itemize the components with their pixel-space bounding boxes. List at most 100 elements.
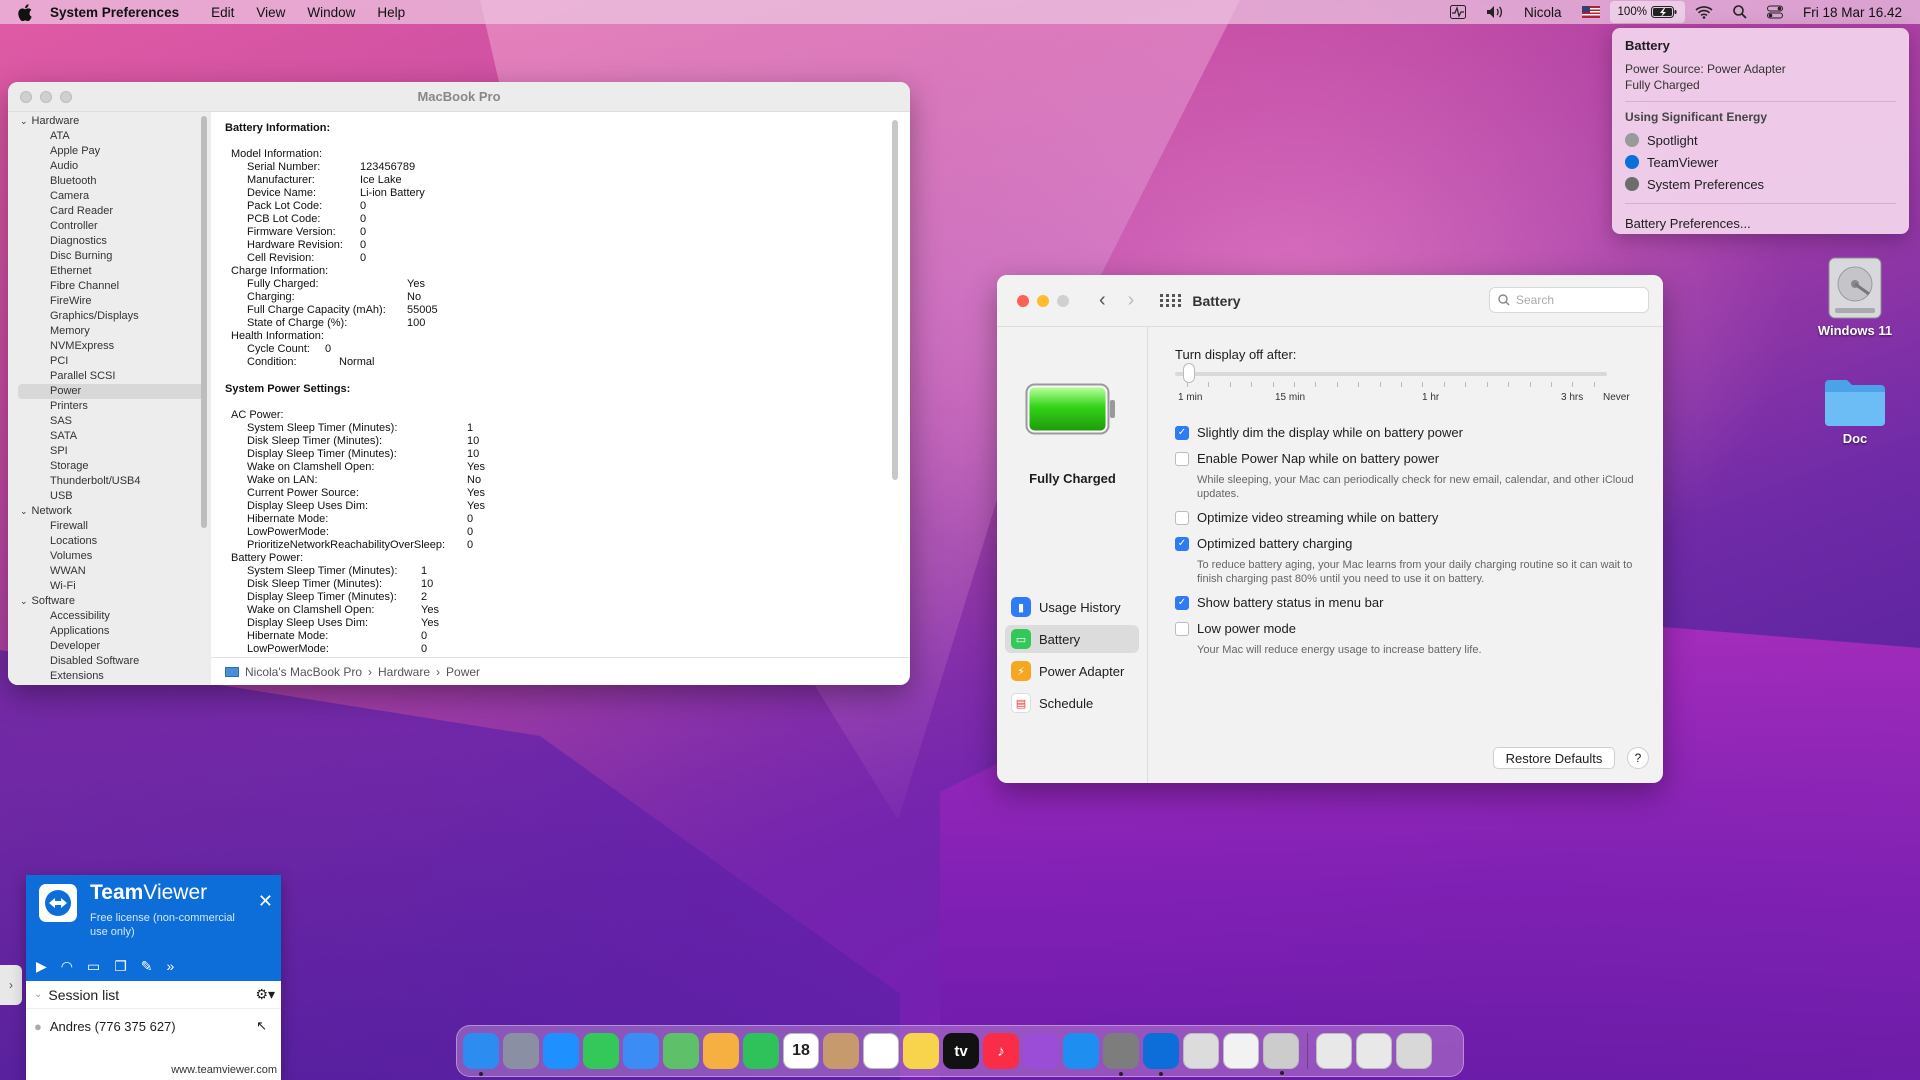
sidebar-item[interactable]: PCI — [8, 354, 211, 369]
video-call-icon[interactable]: ▶ — [36, 958, 47, 975]
sidebar-item[interactable]: Firewall — [8, 519, 211, 534]
facetime-icon[interactable] — [743, 1033, 779, 1069]
files-icon[interactable]: ❐ — [114, 958, 127, 975]
checkbox[interactable]: ✓ — [1175, 595, 1189, 610]
checkbox[interactable] — [1175, 451, 1189, 466]
session-list-header[interactable]: ⌄ Session list ⚙▾ — [26, 981, 281, 1009]
messages-icon[interactable] — [583, 1033, 619, 1069]
option-low-power-mode[interactable]: Low power mode — [1175, 621, 1296, 636]
sidebar-item[interactable]: FireWire — [8, 294, 211, 309]
zoom-button[interactable] — [1057, 294, 1069, 307]
checkbox[interactable] — [1175, 621, 1189, 636]
sidebar-item[interactable]: Printers — [8, 399, 211, 414]
menu-view[interactable]: View — [256, 5, 285, 20]
close-icon[interactable]: ✕ — [258, 891, 273, 912]
minimize-button[interactable] — [1037, 294, 1049, 307]
printer-icon[interactable] — [1263, 1033, 1299, 1075]
display-off-slider-track[interactable] — [1175, 372, 1607, 376]
search-field[interactable]: Search — [1489, 287, 1649, 313]
disclosure-icon[interactable]: ⌄ — [20, 594, 28, 609]
contacts-icon[interactable] — [823, 1033, 859, 1069]
photos-icon[interactable] — [703, 1033, 739, 1069]
option-optimize-video[interactable]: Optimize video streaming while on batter… — [1175, 510, 1438, 525]
disclosure-icon[interactable]: ⌄ — [20, 504, 28, 519]
control-center-icon[interactable] — [1766, 5, 1783, 19]
sidebar-item[interactable]: Disc Burning — [8, 249, 211, 264]
teamviewer-panel-toggle[interactable]: › — [0, 965, 22, 1005]
sidebar-item[interactable]: Bluetooth — [8, 174, 211, 189]
podcasts-icon[interactable] — [1023, 1033, 1059, 1069]
maps-icon[interactable] — [663, 1033, 699, 1069]
help-button[interactable]: ? — [1627, 747, 1649, 769]
sidebar-item[interactable]: Disabled Software — [8, 654, 211, 669]
apple-menu-icon[interactable] — [18, 3, 36, 21]
sidebar-item[interactable]: SPI — [8, 444, 211, 459]
sidebar-group[interactable]: ⌄ Software — [8, 594, 211, 609]
session-contact[interactable]: ● Andres (776 375 627) ↖ — [26, 1009, 281, 1043]
activity-monitor-icon[interactable] — [1450, 5, 1467, 19]
option-power-nap[interactable]: Enable Power Nap while on battery power — [1175, 451, 1439, 466]
sidebar-item[interactable]: Locations — [8, 534, 211, 549]
spotlight-search-icon[interactable] — [1733, 5, 1747, 19]
downloads-icon[interactable] — [1356, 1033, 1392, 1069]
checkbox[interactable]: ✓ — [1175, 536, 1189, 551]
window-titlebar[interactable]: MacBook Pro — [8, 82, 910, 112]
energy-app-item[interactable]: TeamViewer — [1625, 151, 1896, 173]
disclosure-icon[interactable]: ⌄ — [20, 114, 28, 129]
sidebar-item[interactable]: Parallel SCSI — [8, 369, 211, 384]
sidebar-item[interactable]: NVMExpress — [8, 339, 211, 354]
sidebar-item[interactable]: Card Reader — [8, 204, 211, 219]
menu-app-name[interactable]: System Preferences — [50, 5, 179, 20]
sidebar-group[interactable]: ⌄ Hardware — [8, 114, 211, 129]
app-store-icon[interactable] — [1063, 1033, 1099, 1069]
user-menu[interactable]: Nicola — [1524, 5, 1562, 20]
sidebar-item[interactable]: SAS — [8, 414, 211, 429]
teamviewer-icon[interactable] — [1143, 1033, 1179, 1076]
sidebar-item[interactable]: Storage — [8, 459, 211, 474]
input-source-flag-icon[interactable] — [1581, 6, 1600, 18]
show-all-grid-icon[interactable] — [1160, 293, 1182, 308]
more-chevrons-icon[interactable]: » — [167, 958, 175, 975]
sidebar-group[interactable]: ⌄ Network — [8, 504, 211, 519]
sidebar-item[interactable]: Audio — [8, 159, 211, 174]
back-chevron-icon[interactable]: ‹ — [1099, 289, 1106, 312]
headset-icon[interactable]: ◠ — [61, 958, 73, 975]
option-show-battery-status[interactable]: ✓ Show battery status in menu bar — [1175, 595, 1383, 610]
restore-defaults-button[interactable]: Restore Defaults — [1493, 747, 1615, 769]
path-item[interactable]: Nicola's MacBook Pro — [245, 665, 362, 679]
finder-icon[interactable] — [463, 1033, 499, 1076]
sidebar-scrollbar[interactable] — [201, 116, 207, 528]
nav-battery[interactable]: ▭ Battery — [1005, 625, 1139, 653]
energy-app-item[interactable]: Spotlight — [1625, 129, 1896, 151]
menu-help[interactable]: Help — [377, 5, 405, 20]
path-item[interactable]: Hardware — [378, 665, 430, 679]
sidebar-item[interactable]: Volumes — [8, 549, 211, 564]
menu-window[interactable]: Window — [307, 5, 355, 20]
energy-app-item[interactable]: System Preferences — [1625, 173, 1896, 195]
sidebar-item[interactable]: WWAN — [8, 564, 211, 579]
prefs-toolbar[interactable]: ‹ › Battery Search — [997, 275, 1663, 327]
display-off-slider-knob[interactable] — [1183, 363, 1195, 383]
trash-icon[interactable] — [1396, 1033, 1432, 1069]
desktop-icon-windows11[interactable]: Windows 11 — [1810, 256, 1900, 338]
sidebar-item[interactable]: Apple Pay — [8, 144, 211, 159]
sidebar-item[interactable]: Developer — [8, 639, 211, 654]
path-item[interactable]: Power — [446, 665, 480, 679]
teamviewer-url[interactable]: www.teamviewer.com — [171, 1064, 277, 1076]
checkbox[interactable]: ✓ — [1175, 425, 1189, 440]
sidebar-item[interactable]: USB — [8, 489, 211, 504]
sidebar-item[interactable]: ATA — [8, 129, 211, 144]
nav-schedule[interactable]: ▤ Schedule — [1005, 689, 1139, 717]
checkbox[interactable] — [1175, 510, 1189, 525]
nav-power-adapter[interactable]: ⚡ Power Adapter — [1005, 657, 1139, 685]
option-dim-display[interactable]: ✓ Slightly dim the display while on batt… — [1175, 425, 1463, 440]
sidebar-item[interactable]: Fibre Channel — [8, 279, 211, 294]
sidebar-item[interactable]: Accessibility — [8, 609, 211, 624]
option-optimized-charging[interactable]: ✓ Optimized battery charging — [1175, 536, 1352, 551]
sidebar-item[interactable]: SATA — [8, 429, 211, 444]
safari-icon[interactable] — [543, 1033, 579, 1069]
wifi-icon[interactable] — [1695, 5, 1713, 19]
calendar-icon[interactable]: 18 — [783, 1033, 819, 1069]
pen-icon[interactable]: ✎ — [141, 958, 153, 975]
sidebar-item[interactable]: Memory — [8, 324, 211, 339]
